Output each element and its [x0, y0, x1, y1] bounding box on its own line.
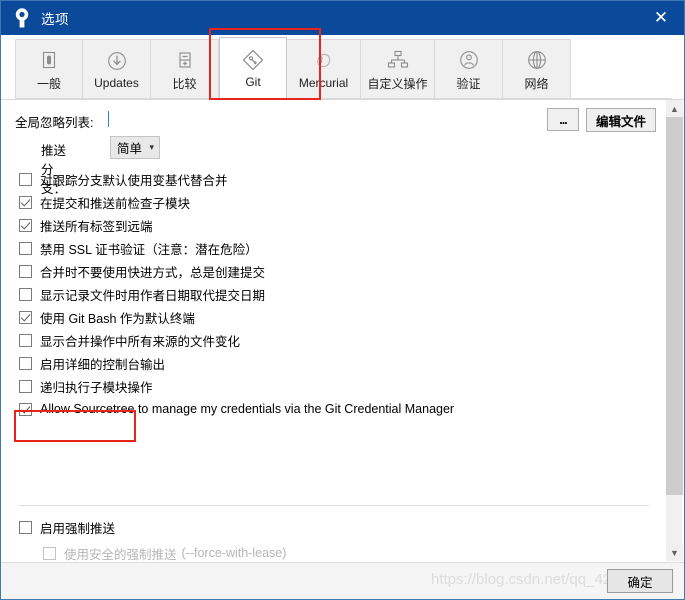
checkbox-disable-ssl-verification[interactable]: 禁用 SSL 证书验证（注意：潜在危险） [19, 238, 258, 258]
checkbox-label: 合并时不要使用快进方式，总是创建提交 [40, 265, 266, 280]
window-title: 选项 [41, 12, 69, 27]
global-ignore-list-label: 全局忽略列表: [15, 116, 94, 130]
checkbox-credential-manager[interactable]: Allow Sourcetree to manage my credential… [19, 399, 454, 419]
checkbox-box [19, 379, 32, 393]
sourcetree-logo-icon [9, 5, 35, 31]
update-arrow-icon [102, 48, 132, 74]
globe-icon [522, 47, 552, 73]
edit-file-button[interactable]: 编辑文件 [586, 108, 656, 132]
chevron-up-icon[interactable]: ▲ [666, 100, 683, 117]
tab-label: 验证 [456, 76, 481, 91]
checkbox-label: 启用强制推送 [40, 521, 116, 536]
tab-strip: 一般 Updates 比较 Git Mercurial 自定义操作 验证 网络 [1, 35, 684, 99]
section-divider [19, 505, 649, 506]
tab-general[interactable]: 一般 [15, 39, 83, 99]
checkbox-show-merge-sources[interactable]: 显示合并操作中所有来源的文件变化 [19, 330, 240, 350]
git-diamond-icon [238, 47, 268, 73]
checkbox-box [19, 287, 32, 301]
checkbox-label: 使用 Git Bash 作为默认终端 [40, 311, 195, 326]
ok-button[interactable]: 确定 [607, 569, 673, 593]
options-dialog: 选项 ✕ 一般 Updates 比较 Git Mercurial 自定义操作 验… [0, 0, 685, 600]
checkbox-box [19, 264, 32, 278]
tab-label: 一般 [36, 76, 61, 91]
checkbox-check-submodules[interactable]: 在提交和推送前检查子模块 [19, 192, 190, 212]
checkbox-box [19, 520, 32, 534]
checkbox-box [43, 546, 56, 560]
tab-git[interactable]: Git [219, 37, 287, 99]
tab-label: Git [245, 75, 261, 89]
person-badge-icon [454, 47, 484, 73]
checkbox-box [19, 241, 32, 255]
checkbox-enable-force-push[interactable]: 启用强制推送 [19, 517, 115, 537]
checkbox-label: 在提交和推送前检查子模块 [40, 196, 191, 211]
checkbox-label: 推送所有标签到远端 [40, 219, 153, 234]
mercurial-icon [309, 48, 339, 74]
push-branch-dropdown[interactable]: 简单 ▾ [110, 136, 160, 159]
checkbox-label: 对跟踪分支默认使用变基代替合并 [40, 173, 228, 188]
git-settings-pane: 全局忽略列表: ... 编辑文件 推送分支： 简单 ▾ 对跟踪分支默认使用变基代… [1, 99, 684, 563]
global-ignore-list-row: 全局忽略列表: ... 编辑文件 [15, 108, 656, 132]
vertical-scrollbar[interactable]: ▲ ▼ [665, 100, 683, 561]
checkbox-box [19, 333, 32, 347]
chevron-down-icon[interactable]: ▼ [666, 544, 683, 561]
checkbox-rebase-tracking[interactable]: 对跟踪分支默认使用变基代替合并 [19, 169, 228, 189]
checkbox-label: 显示合并操作中所有来源的文件变化 [40, 334, 241, 349]
checkbox-label: Allow Sourcetree to manage my credential… [40, 402, 455, 416]
checkbox-box [19, 172, 32, 186]
tab-label: 网络 [524, 76, 549, 91]
checkbox-box [19, 356, 32, 370]
tab-mercurial[interactable]: Mercurial [287, 39, 361, 99]
global-ignore-list-input[interactable] [108, 109, 545, 129]
checkbox-verbose-console-output[interactable]: 启用详细的控制台输出 [19, 353, 165, 373]
checkbox-use-git-bash[interactable]: 使用 Git Bash 作为默认终端 [19, 307, 195, 327]
checkbox-no-fast-forward[interactable]: 合并时不要使用快进方式，总是创建提交 [19, 261, 265, 281]
tab-label: 比较 [172, 76, 197, 91]
title-bar: 选项 ✕ [1, 1, 684, 35]
general-icon [34, 47, 64, 73]
checkbox-recursive-submodule-ops[interactable]: 递归执行子模块操作 [19, 376, 153, 396]
diff-icon [170, 47, 200, 73]
tab-authentication[interactable]: 验证 [435, 39, 503, 99]
tab-label: Updates [94, 76, 139, 90]
tab-custom-actions[interactable]: 自定义操作 [361, 39, 435, 99]
tab-label: 自定义操作 [367, 76, 428, 91]
checkbox-author-date-in-log[interactable]: 显示记录文件时用作者日期取代提交日期 [19, 284, 265, 304]
scrollbar-thumb[interactable] [666, 117, 683, 495]
checkbox-label: 禁用 SSL 证书验证（注意：潜在危险） [40, 242, 258, 257]
push-branch-value: 简单 [117, 142, 143, 156]
tab-compare[interactable]: 比较 [151, 39, 219, 99]
checkbox-label: 递归执行子模块操作 [40, 380, 153, 395]
checkbox-label: 启用详细的控制台输出 [40, 357, 166, 372]
browse-button[interactable]: ... [547, 108, 579, 131]
checkbox-label: 显示记录文件时用作者日期取代提交日期 [40, 288, 266, 303]
checkbox-label: 使用安全的强制推送 [64, 547, 177, 562]
checkbox-box [19, 310, 32, 324]
tab-network[interactable]: 网络 [503, 39, 571, 99]
chevron-down-icon: ▾ [149, 142, 154, 152]
tab-label: Mercurial [298, 76, 349, 90]
checkbox-box [19, 195, 32, 209]
checkbox-force-with-lease: 使用安全的强制推送 (--force-with-lease) [43, 543, 286, 563]
close-icon[interactable]: ✕ [638, 1, 684, 35]
tab-updates[interactable]: Updates [83, 39, 151, 99]
checkbox-box [19, 218, 32, 232]
tab-list: 一般 Updates 比较 Git Mercurial 自定义操作 验证 网络 [15, 37, 571, 99]
custom-actions-icon [383, 47, 413, 73]
checkbox-label-suffix: (--force-with-lease) [181, 546, 287, 560]
dialog-footer: 确定 [1, 562, 684, 599]
checkbox-push-all-tags[interactable]: 推送所有标签到远端 [19, 215, 153, 235]
checkbox-box [19, 402, 32, 416]
